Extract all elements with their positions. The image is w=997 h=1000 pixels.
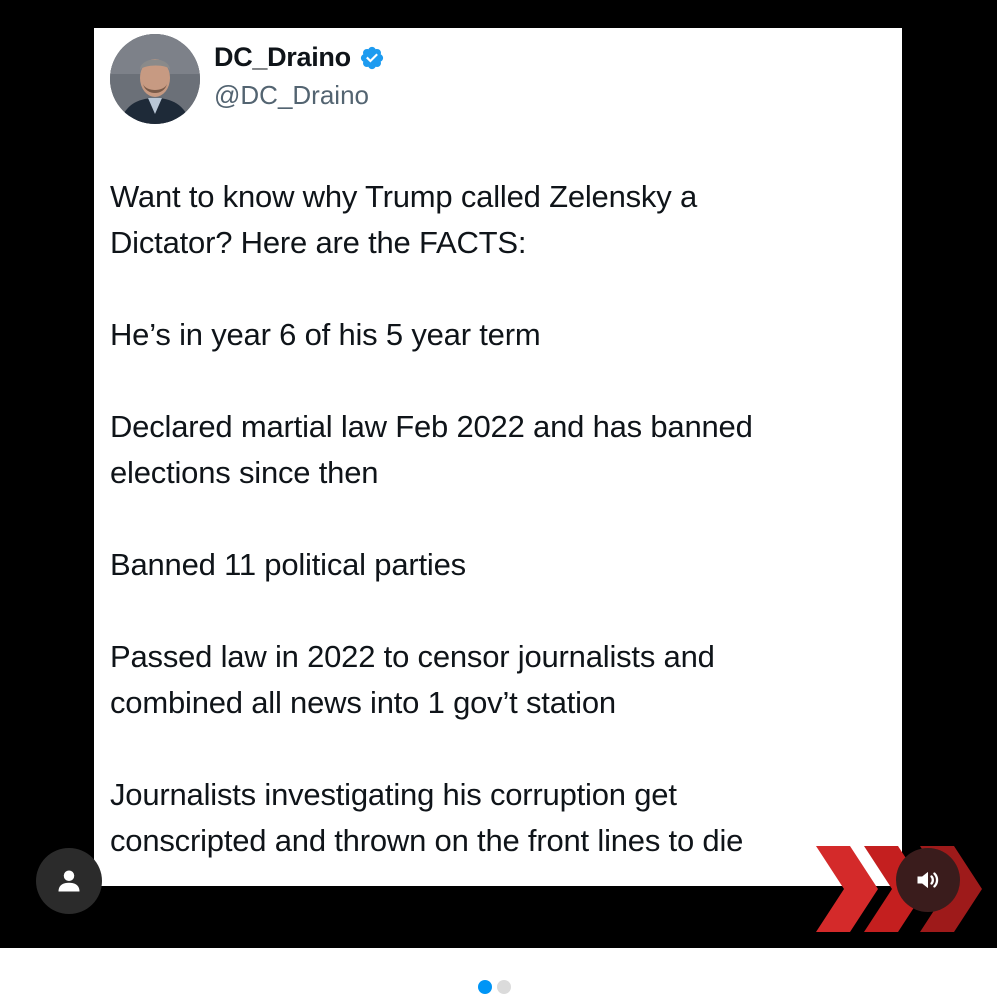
tweet-paragraph: Banned 11 political parties xyxy=(110,542,890,588)
tweet-paragraph: Passed law in 2022 to censor journalists… xyxy=(110,634,890,726)
tweet-paragraph: Declared martial law Feb 2022 and has ba… xyxy=(110,404,890,496)
tweet-text: Want to know why Trump called Zelensky a… xyxy=(110,174,890,886)
tweet-line: Passed law in 2022 to censor journalists… xyxy=(110,639,715,674)
tweet-line: Journalists investigating his corruption… xyxy=(110,777,677,812)
tagged-users-button[interactable] xyxy=(36,848,102,914)
sound-toggle-button[interactable] xyxy=(896,848,960,912)
tweet-line: Declared martial law Feb 2022 and has ba… xyxy=(110,409,753,444)
carousel-dot[interactable] xyxy=(497,980,511,994)
tweet-line: Want to know why Trump called Zelensky a xyxy=(110,179,697,214)
tweet-line: combined all news into 1 gov’t station xyxy=(110,685,616,720)
user-handle: @DC_Draino xyxy=(214,80,369,110)
tweet-line: Dictator? Here are the FACTS: xyxy=(110,225,527,260)
tweet-line: conscripted and thrown on the front line… xyxy=(110,823,744,858)
tweet-paragraph: Journalists investigating his corruption… xyxy=(110,772,890,864)
carousel-dot-active[interactable] xyxy=(478,980,492,994)
tweet-screenshot: DC_Draino @DC_Draino Want to know why Tr… xyxy=(94,28,902,886)
display-name: DC_Draino xyxy=(214,42,351,72)
post-media[interactable]: DC_Draino @DC_Draino Want to know why Tr… xyxy=(0,0,997,948)
tweet-line: elections since then xyxy=(110,455,379,490)
carousel-indicator xyxy=(478,980,511,994)
tweet-line: He’s in year 6 of his 5 year term xyxy=(110,317,541,352)
tweet-paragraph: Want to know why Trump called Zelensky a… xyxy=(110,174,890,266)
avatar xyxy=(110,34,200,124)
user-icon xyxy=(58,870,80,892)
verified-badge-icon xyxy=(359,45,385,71)
speaker-icon xyxy=(917,871,939,889)
avatar-photo xyxy=(110,34,200,124)
tweet-line: Banned 11 political parties xyxy=(110,547,466,582)
tweet-paragraph: He’s in year 6 of his 5 year term xyxy=(110,312,890,358)
